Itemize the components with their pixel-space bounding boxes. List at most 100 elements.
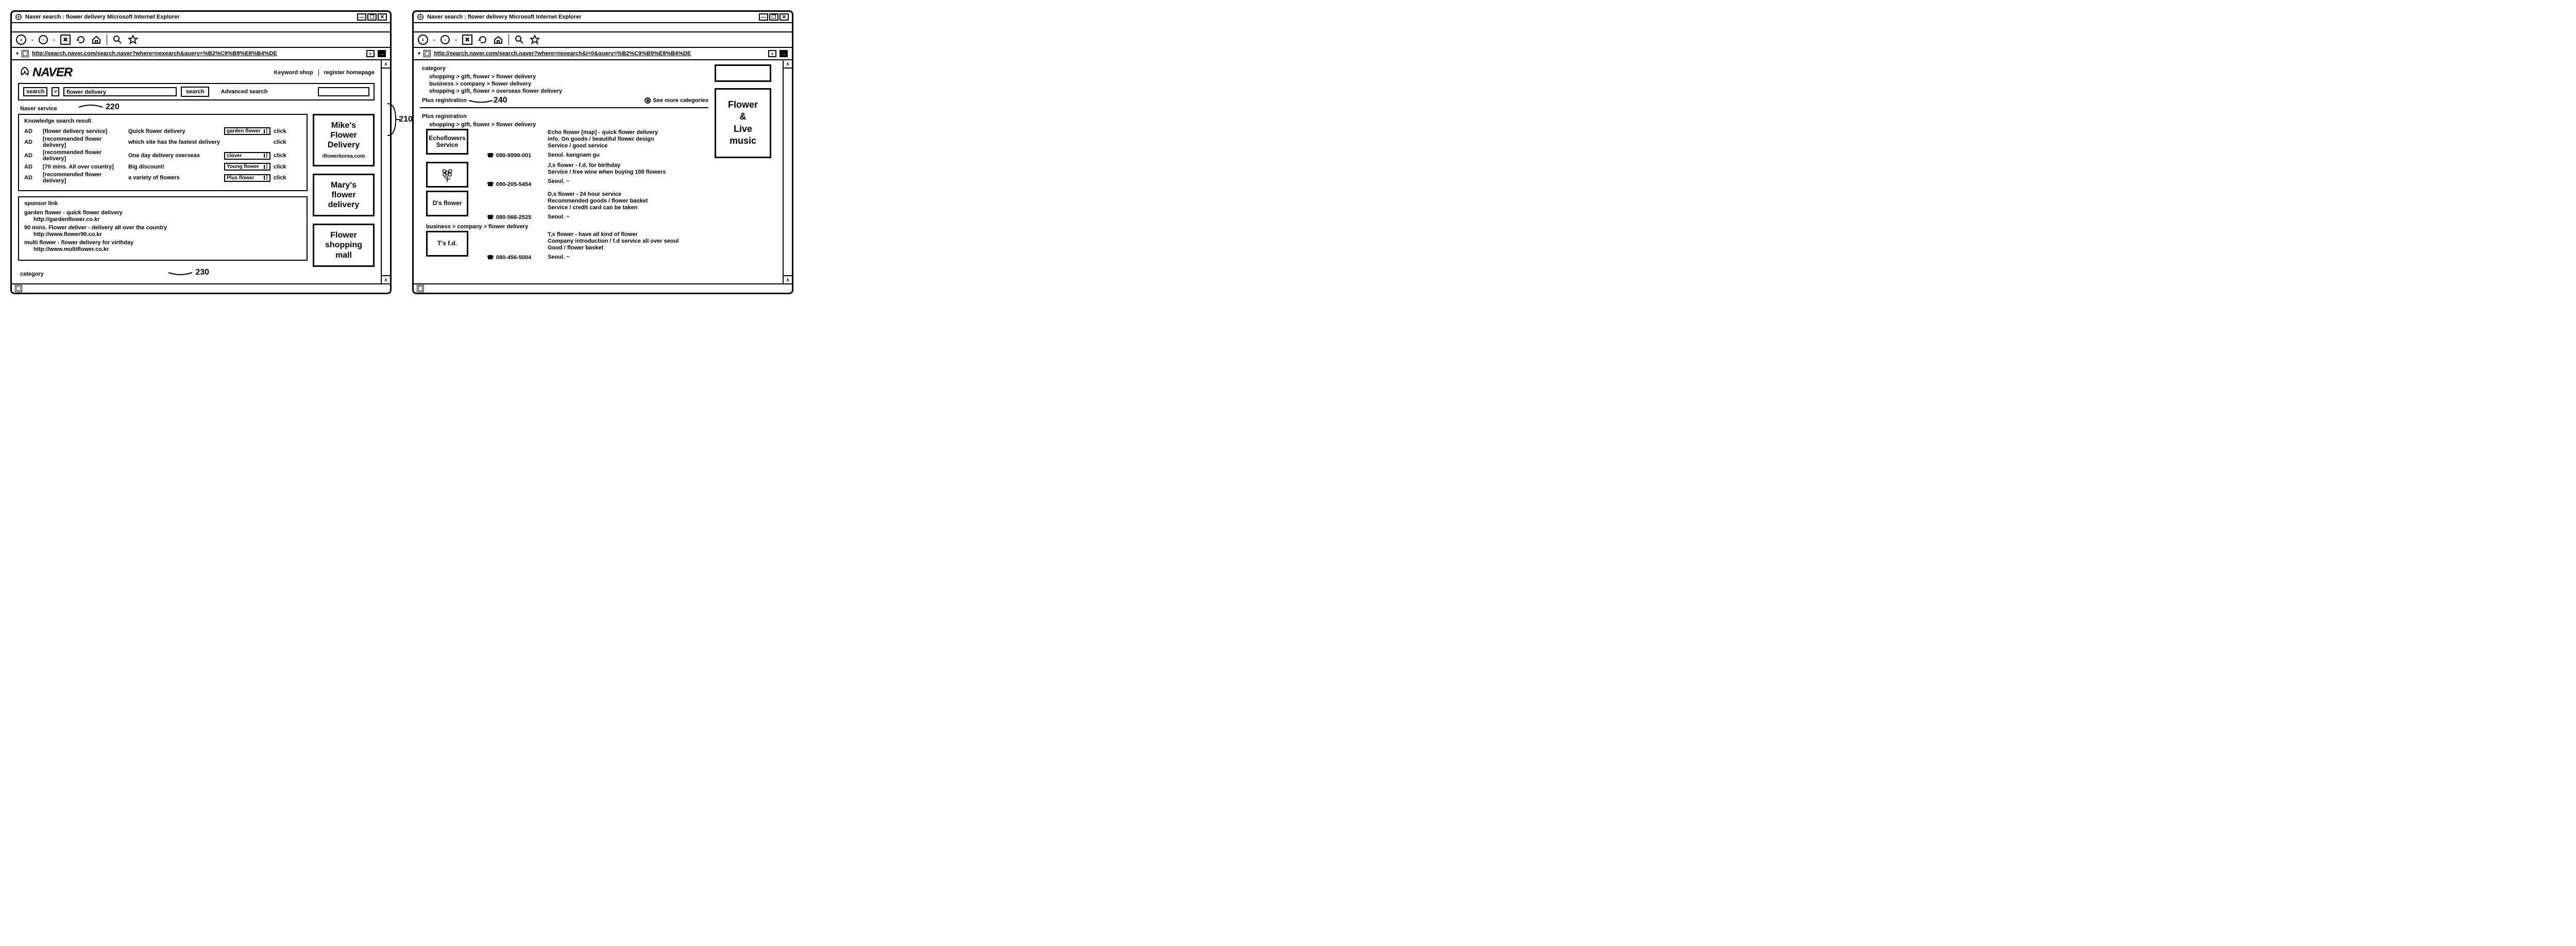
back-icon[interactable]: ‹ <box>418 35 428 45</box>
button-menu-icon[interactable]: ⁞ <box>264 129 268 133</box>
advanced-search-link[interactable]: Advanced search <box>221 89 267 95</box>
subcategory-line[interactable]: shopping > gift, flower > flower deliver… <box>429 122 708 128</box>
refresh-icon[interactable] <box>478 35 488 45</box>
ad-subtext: iflowerkorea.com <box>317 154 370 160</box>
ad-line: Flower <box>317 130 370 140</box>
keyword-shop-link[interactable]: Keyword shop <box>274 70 313 76</box>
listing-thumb[interactable]: D's flower <box>426 191 468 216</box>
category-path[interactable]: business > company > flower delivery <box>429 81 708 87</box>
sponsor-url[interactable]: http://gardenflower.co.kr <box>33 216 301 223</box>
ad-card[interactable]: Flower shopping mall <box>313 224 375 267</box>
click-link[interactable]: click <box>274 139 289 145</box>
sponsor-url[interactable]: http://www.flower90.co.kr <box>33 231 301 238</box>
minimize-button[interactable]: — <box>759 13 768 21</box>
addr-dropdown-icon[interactable]: ▾ <box>16 51 19 57</box>
favorites-icon[interactable] <box>530 35 540 45</box>
close-button[interactable]: ✕ <box>378 13 387 21</box>
search-scope-arrow[interactable]: ˅ <box>52 87 59 96</box>
url-text[interactable]: http://search.naver.com/search.naver?whe… <box>32 50 363 57</box>
favorites-icon[interactable] <box>128 35 138 45</box>
go-button[interactable]: → <box>378 50 386 57</box>
scroll-up-icon[interactable]: ∧ <box>382 60 390 69</box>
maximize-button[interactable]: ❐ <box>367 13 377 21</box>
side-ad[interactable]: Flower & Live music <box>715 88 771 158</box>
scrollbar[interactable]: ∧ ∧ <box>381 60 390 283</box>
forward-icon[interactable]: › <box>440 35 450 44</box>
ad-button[interactable]: clover⁞ <box>224 152 270 160</box>
sponsor-panel: sponsor link garden flower - quick flowe… <box>18 196 308 261</box>
minimize-button[interactable]: — <box>357 13 366 21</box>
click-link[interactable]: click <box>274 175 289 181</box>
stop-icon[interactable]: ✖ <box>60 35 71 45</box>
ad-line: Mary's <box>317 180 370 190</box>
search-icon[interactable] <box>514 35 524 45</box>
go-button[interactable]: → <box>779 50 788 57</box>
phone-icon: ☎ <box>487 181 494 188</box>
search-input[interactable]: flower delivery <box>63 87 177 96</box>
ad-title[interactable]: [recommended flower delivery] <box>43 149 125 162</box>
ad-card[interactable]: Mike's Flower Deliveryiflowerkorea.com <box>313 114 375 166</box>
scroll-up-icon[interactable]: ∧ <box>784 60 792 69</box>
naver-service-label: Naver service <box>20 106 57 112</box>
button-menu-icon[interactable]: ⁞ <box>264 154 268 158</box>
ad-title[interactable]: [70 mins. All over country] <box>43 164 125 170</box>
ad-button[interactable]: Young flower⁞ <box>224 163 270 171</box>
listing-phone[interactable]: ☎ 080-205-5454 <box>487 181 544 188</box>
scrollbar[interactable]: ∧ ∧ <box>783 60 792 283</box>
subcategory-line[interactable]: business > company > flower delivery <box>426 224 708 230</box>
addr-dd-button[interactable]: ∨ <box>768 50 776 57</box>
listing-thumb[interactable] <box>426 162 468 188</box>
listing-line: Company introduction / f.d service all o… <box>548 238 708 244</box>
naver-logo[interactable]: NAVER <box>18 65 72 80</box>
button-menu-icon[interactable]: ⁞ <box>264 165 268 169</box>
back-icon[interactable]: ‹ <box>16 35 26 45</box>
home-icon[interactable] <box>493 35 503 45</box>
plus-registration-link[interactable]: Plus registration <box>422 97 467 104</box>
button-menu-icon[interactable]: ⁞ <box>264 176 268 180</box>
side-box[interactable] <box>715 64 771 82</box>
listing-phone[interactable]: ☎ 080-9999-001 <box>487 152 544 159</box>
home-icon[interactable] <box>91 35 101 45</box>
see-more-link[interactable]: See more categories <box>653 97 708 104</box>
sponsor-url[interactable]: http://www.multiflower.co.kr <box>33 246 301 252</box>
addr-dd-button[interactable]: ∨ <box>366 50 375 57</box>
scroll-down-icon[interactable]: ∧ <box>382 275 390 283</box>
stop-icon[interactable]: ✖ <box>462 35 472 45</box>
sponsor-title[interactable]: multi flower - flower delivery for virth… <box>24 240 301 246</box>
listing-thumb[interactable]: Echoflowers Service <box>426 129 468 155</box>
close-button[interactable]: ✕ <box>779 13 789 21</box>
listing-phone[interactable]: ☎ 080-566-2525 <box>487 214 544 221</box>
search-icon[interactable] <box>112 35 123 45</box>
ad-title[interactable]: [recommended flower delivery] <box>43 136 125 148</box>
search-scope-select[interactable]: search <box>23 87 47 96</box>
ad-button[interactable]: Plus flower⁞ <box>224 174 270 182</box>
forward-icon[interactable]: › <box>39 35 48 44</box>
sponsor-title[interactable]: garden flower - quick flower delivery <box>24 210 301 216</box>
ad-button[interactable]: garden flower⁞ <box>224 127 270 135</box>
ad-card[interactable]: Mary's flower delivery <box>313 174 375 217</box>
register-homepage-link[interactable]: register homepage <box>324 70 375 76</box>
url-text[interactable]: http://search.naver.com/search.naver?whe… <box>434 50 765 57</box>
addr-dropdown-icon[interactable]: ▾ <box>418 51 420 57</box>
click-link[interactable]: click <box>274 153 289 159</box>
click-link[interactable]: click <box>274 128 289 134</box>
scroll-track[interactable] <box>784 69 792 275</box>
maximize-button[interactable]: ❐ <box>769 13 778 21</box>
listing-phone[interactable]: ☎ 080-456-5004 <box>487 254 544 261</box>
sponsor-title[interactable]: 90 mins. Flower deliver - delivery all o… <box>24 225 301 231</box>
scroll-track[interactable] <box>382 69 390 275</box>
ad-title[interactable]: [recommended flower delivery] <box>43 172 125 184</box>
category-path[interactable]: shopping > gift, flower > overseas flowe… <box>429 88 708 94</box>
ad-line: mall <box>317 250 370 260</box>
refresh-icon[interactable] <box>76 35 86 45</box>
search-button[interactable]: search <box>181 87 209 97</box>
scroll-down-icon[interactable]: ∧ <box>784 275 792 283</box>
listing-location: Seoul. ~ <box>548 178 708 184</box>
listing-row: ☎ 080-205-5454 J,s flower - f.d. for birt… <box>426 162 708 188</box>
search-extra-box[interactable] <box>318 87 369 96</box>
click-link[interactable]: click <box>274 164 289 170</box>
category-path[interactable]: shopping > gift, flower > flower deliver… <box>429 74 708 80</box>
ad-title[interactable]: [flower delivery service] <box>43 128 125 134</box>
listing-desc: J,s flower - f.d. for birthdayService / … <box>548 162 708 185</box>
listing-thumb[interactable]: T's f.d. <box>426 231 468 257</box>
